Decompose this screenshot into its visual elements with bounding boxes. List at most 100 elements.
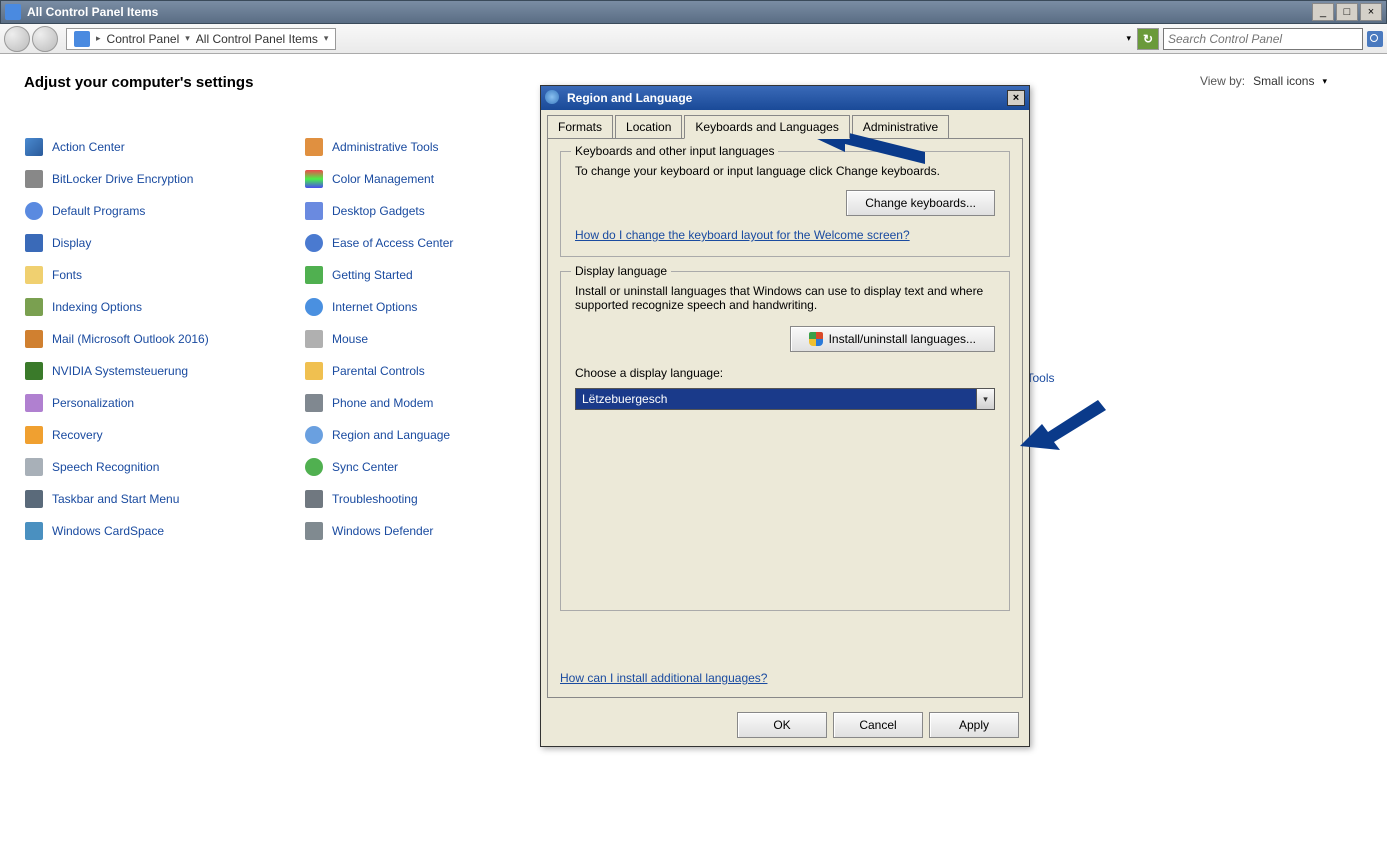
cp-item-label: Administrative Tools	[332, 140, 439, 154]
cp-item-icon	[24, 233, 44, 253]
install-languages-button[interactable]: Install/uninstall languages...	[790, 326, 995, 352]
keyboards-groupbox: Keyboards and other input languages To c…	[560, 151, 1010, 257]
cp-item-icon	[304, 169, 324, 189]
cp-item[interactable]: Indexing Options	[24, 291, 304, 323]
search-box[interactable]	[1163, 28, 1363, 50]
groupbox-legend: Keyboards and other input languages	[571, 144, 778, 158]
install-button-label: Install/uninstall languages...	[829, 332, 976, 346]
install-additional-link[interactable]: How can I install additional languages?	[560, 671, 767, 685]
display-language-groupbox: Display language Install or uninstall la…	[560, 271, 1010, 611]
cp-item[interactable]: Recovery	[24, 419, 304, 451]
cp-item-label: Windows Defender	[332, 524, 433, 538]
cancel-button[interactable]: Cancel	[833, 712, 923, 738]
tab-administrative[interactable]: Administrative	[852, 115, 949, 139]
tab-bar: Formats Location Keyboards and Languages…	[541, 110, 1029, 138]
cp-item-icon	[24, 393, 44, 413]
dialog-close-button[interactable]: ×	[1007, 90, 1025, 106]
view-by-selector[interactable]: View by: Small icons ▾	[1200, 74, 1327, 88]
cp-item[interactable]: BitLocker Drive Encryption	[24, 163, 304, 195]
cp-item[interactable]: Speech Recognition	[24, 451, 304, 483]
cp-item-icon	[304, 233, 324, 253]
cp-item[interactable]: Default Programs	[24, 195, 304, 227]
cp-item-label: Region and Language	[332, 428, 450, 442]
cp-item-icon	[24, 329, 44, 349]
dialog-titlebar[interactable]: Region and Language ×	[541, 86, 1029, 110]
cp-item-icon	[24, 169, 44, 189]
cp-item-label: Getting Started	[332, 268, 413, 282]
chevron-right-icon[interactable]: ▸	[96, 33, 101, 44]
cp-item-icon	[304, 297, 324, 317]
cp-item[interactable]: Taskbar and Start Menu	[24, 483, 304, 515]
cp-item-label: Speech Recognition	[52, 460, 159, 474]
welcome-screen-link[interactable]: How do I change the keyboard layout for …	[575, 228, 910, 242]
cp-item-icon	[304, 489, 324, 509]
selected-language: Lëtzebuergesch	[582, 392, 667, 406]
chevron-down-icon[interactable]: ▾	[185, 33, 190, 44]
chevron-down-icon[interactable]: ▾	[1126, 33, 1131, 44]
close-button[interactable]: ×	[1360, 3, 1382, 21]
cp-item[interactable]: Display	[24, 227, 304, 259]
cp-item-icon	[304, 361, 324, 381]
ok-button[interactable]: OK	[737, 712, 827, 738]
tab-keyboards-languages[interactable]: Keyboards and Languages	[684, 115, 849, 139]
main-window-titlebar: All Control Panel Items _ □ ×	[0, 0, 1387, 24]
groupbox-text: Install or uninstall languages that Wind…	[575, 284, 995, 312]
cp-item[interactable]: Personalization	[24, 387, 304, 419]
cp-item[interactable]: Fonts	[24, 259, 304, 291]
dialog-button-row: OK Cancel Apply	[541, 704, 1029, 746]
cp-item-label: Fonts	[52, 268, 82, 282]
search-input[interactable]	[1168, 32, 1358, 46]
choose-language-label: Choose a display language:	[575, 366, 995, 380]
cp-item-label: NVIDIA Systemsteuerung	[52, 364, 188, 378]
cp-item-icon	[304, 265, 324, 285]
cp-item-icon	[304, 393, 324, 413]
breadcrumb-icon	[74, 31, 90, 47]
cp-item-label: Taskbar and Start Menu	[52, 492, 179, 506]
maximize-button[interactable]: □	[1336, 3, 1358, 21]
cp-item-label: Mail (Microsoft Outlook 2016)	[52, 332, 209, 346]
breadcrumb-item[interactable]: Control Panel	[107, 32, 180, 46]
cp-item-label: Indexing Options	[52, 300, 142, 314]
tab-formats[interactable]: Formats	[547, 115, 613, 139]
cp-item-icon	[24, 361, 44, 381]
chevron-down-icon[interactable]: ▾	[976, 389, 994, 409]
cp-item-icon	[24, 201, 44, 221]
cp-item-icon	[304, 521, 324, 541]
control-panel-icon	[5, 4, 21, 20]
forward-button[interactable]	[32, 26, 58, 52]
cp-item-icon	[24, 137, 44, 157]
view-by-label: View by:	[1200, 74, 1245, 88]
cp-item-label: Display	[52, 236, 91, 250]
cp-item-label: Personalization	[52, 396, 134, 410]
breadcrumb-item[interactable]: All Control Panel Items	[196, 32, 318, 46]
cp-item-label: Parental Controls	[332, 364, 425, 378]
cp-item[interactable]: Windows CardSpace	[24, 515, 304, 547]
cp-item[interactable]: Action Center	[24, 131, 304, 163]
change-keyboards-button[interactable]: Change keyboards...	[846, 190, 995, 216]
refresh-button[interactable]: ↻	[1137, 28, 1159, 50]
groupbox-legend: Display language	[571, 264, 671, 278]
chevron-down-icon[interactable]: ▾	[1322, 76, 1327, 87]
breadcrumb[interactable]: ▸ Control Panel ▾ All Control Panel Item…	[66, 28, 336, 50]
minimize-button[interactable]: _	[1312, 3, 1334, 21]
cp-item-label: Sync Center	[332, 460, 398, 474]
cp-item-label: Phone and Modem	[332, 396, 433, 410]
tab-location[interactable]: Location	[615, 115, 682, 139]
cp-item-icon	[24, 265, 44, 285]
apply-button[interactable]: Apply	[929, 712, 1019, 738]
view-by-value[interactable]: Small icons	[1253, 74, 1314, 88]
cp-item[interactable]: Mail (Microsoft Outlook 2016)	[24, 323, 304, 355]
shield-icon	[809, 332, 823, 346]
chevron-down-icon[interactable]: ▾	[324, 33, 329, 44]
back-button[interactable]	[4, 26, 30, 52]
cp-item-label: Recovery	[52, 428, 103, 442]
cp-item-icon	[304, 137, 324, 157]
cp-item-icon	[304, 457, 324, 477]
cp-item[interactable]: NVIDIA Systemsteuerung	[24, 355, 304, 387]
tab-content: Keyboards and other input languages To c…	[547, 138, 1023, 698]
cp-item-label: Default Programs	[52, 204, 145, 218]
search-icon[interactable]	[1367, 31, 1383, 47]
cp-item-icon	[24, 297, 44, 317]
cp-item-label: Desktop Gadgets	[332, 204, 425, 218]
display-language-select[interactable]: Lëtzebuergesch ▾	[575, 388, 995, 410]
